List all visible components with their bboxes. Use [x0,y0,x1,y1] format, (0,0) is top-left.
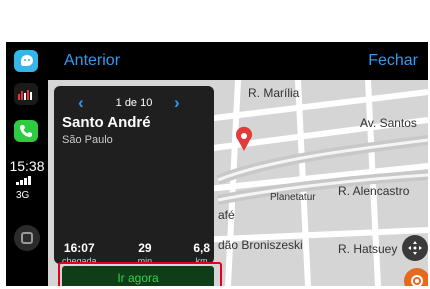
waze-app-icon[interactable] [14,50,38,72]
street-label: Av. Santos [360,116,417,130]
destination-city: São Paulo [62,134,113,146]
back-button[interactable]: Anterior [64,52,120,70]
destination-name: Santo André [62,114,151,131]
music-app-icon[interactable] [14,83,38,105]
next-result-icon[interactable]: › [174,93,180,113]
network-type: 3G [16,190,30,201]
arrival-time: 16:07 [63,241,95,255]
close-button[interactable]: Fechar [368,52,418,70]
status-time: 15:38 [9,158,45,174]
go-now-button[interactable]: Ir agora [62,266,214,286]
destination-card: ‹ 1 de 10 › Santo André São Paulo 16:07 c… [54,86,214,266]
report-button[interactable] [404,268,428,286]
report-icon [411,275,423,286]
street-label: R. Hatsuey [338,242,398,256]
duration-value: 29 [138,241,152,255]
home-button[interactable] [14,225,40,251]
phone-app-icon[interactable] [14,120,38,142]
top-bar: Anterior Fechar [48,42,428,80]
signal-strength-icon [16,176,31,185]
recenter-button[interactable] [402,235,428,261]
pan-arrows-icon [408,241,422,255]
street-label: Planetatur [270,192,316,203]
home-icon [21,232,33,244]
location-pin-icon [236,126,252,151]
street-label: R. Alencastro [338,184,410,198]
street-label: afé [218,208,235,222]
carplay-sidebar: 15:38 3G [6,42,48,286]
distance-value: 6,8 [193,241,210,255]
street-label: dão Broniszeski [218,238,303,252]
street-label: R. Marília [248,86,300,100]
result-counter: 1 de 10 [115,97,153,109]
carplay-screen: 15:38 3G Anterior Fechar R. Marília Av. … [6,42,428,286]
